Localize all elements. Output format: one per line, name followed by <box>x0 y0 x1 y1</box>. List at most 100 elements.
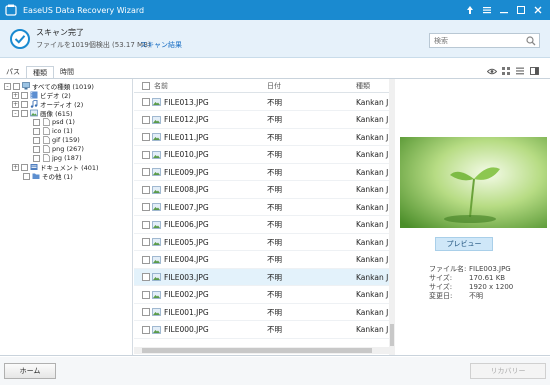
tree-label: その他 (1) <box>42 173 73 181</box>
preview-pane-icon[interactable] <box>527 64 541 78</box>
tab-time[interactable]: 時間 <box>54 66 80 78</box>
tree-item-other[interactable]: その他 (1) <box>23 171 73 181</box>
tree-expander[interactable]: + <box>12 91 19 99</box>
table-row[interactable]: FILE013.JPG 不明 Kankan J <box>134 94 389 111</box>
tree-checkbox[interactable] <box>21 163 28 171</box>
tree-checkbox[interactable] <box>21 100 28 108</box>
preview-button[interactable]: プレビュー <box>435 237 493 251</box>
column-type[interactable]: 種類 <box>356 81 370 91</box>
search-input[interactable] <box>430 34 520 47</box>
select-all-checkbox[interactable] <box>142 81 150 90</box>
row-checkbox[interactable] <box>142 290 150 299</box>
row-checkbox[interactable] <box>142 150 150 159</box>
row-checkbox[interactable] <box>142 308 150 316</box>
menu-icon[interactable] <box>479 2 495 18</box>
tab-path[interactable]: パス <box>0 66 26 78</box>
file-type: Kankan J <box>356 237 389 247</box>
footer-bar: ホーム リカバリー <box>0 357 550 385</box>
table-row[interactable]: FILE001.JPG 不明 Kankan J <box>134 304 389 321</box>
grid-view-icon[interactable] <box>499 64 513 78</box>
table-row[interactable]: FILE009.JPG 不明 Kankan J <box>134 164 389 181</box>
file-date: 不明 <box>267 220 282 229</box>
row-checkbox[interactable] <box>142 98 150 106</box>
table-row[interactable]: FILE012.JPG 不明 Kankan J <box>134 112 389 129</box>
tree-label: psd (1) <box>52 118 75 126</box>
tree-checkbox[interactable] <box>33 145 40 153</box>
image-icon <box>30 109 38 117</box>
file-name: FILE012.JPG <box>164 115 209 124</box>
row-checkbox[interactable] <box>142 133 150 141</box>
search-icon[interactable] <box>526 36 536 46</box>
file-date: 不明 <box>267 272 282 282</box>
file-date: 不明 <box>267 255 282 264</box>
table-row[interactable]: FILE011.JPG 不明 Kankan J <box>134 129 389 146</box>
list-view-icon[interactable] <box>513 64 527 78</box>
column-name[interactable]: 名前 <box>154 81 272 91</box>
file-name: FILE001.JPG <box>164 307 209 317</box>
scrollbar-thumb[interactable] <box>390 324 394 346</box>
jpg-file-icon <box>152 273 161 281</box>
tree-checkbox[interactable] <box>21 109 28 117</box>
minimize-icon[interactable] <box>496 2 512 18</box>
tree-checkbox[interactable] <box>33 154 40 162</box>
eye-icon[interactable] <box>485 64 499 78</box>
row-checkbox[interactable] <box>142 185 150 194</box>
preview-thumbnail <box>400 137 547 228</box>
file-type: Kankan J <box>356 167 389 177</box>
table-row[interactable]: FILE010.JPG 不明 Kankan J <box>134 147 389 164</box>
file-date: 不明 <box>267 167 282 177</box>
row-checkbox[interactable] <box>142 220 150 229</box>
scrollbar-thumb[interactable] <box>142 348 372 353</box>
row-checkbox[interactable] <box>142 325 150 334</box>
tree-checkbox[interactable] <box>33 136 40 144</box>
maximize-icon[interactable] <box>513 2 529 18</box>
file-date: 不明 <box>267 237 282 247</box>
recover-button[interactable]: リカバリー <box>470 363 546 379</box>
vertical-scrollbar[interactable] <box>389 79 395 355</box>
tree-expander[interactable]: + <box>12 100 19 108</box>
tree-checkbox[interactable] <box>33 118 40 126</box>
close-icon[interactable] <box>530 2 546 18</box>
home-button[interactable]: ホーム <box>4 363 56 379</box>
jpg-file-icon <box>152 150 161 159</box>
tree-expander[interactable]: - <box>4 82 11 90</box>
table-row[interactable]: FILE008.JPG 不明 Kankan J <box>134 182 389 199</box>
scan-summary: ファイルを1019個検出 (53.17 MB) <box>36 41 151 49</box>
search-box[interactable] <box>429 33 540 48</box>
upload-icon[interactable] <box>462 2 478 18</box>
file-type: Kankan J <box>356 132 389 142</box>
table-row[interactable]: FILE005.JPG 不明 Kankan J <box>134 234 389 251</box>
tab-type[interactable]: 種類 <box>26 66 54 78</box>
file-name: FILE009.JPG <box>164 167 209 177</box>
jpg-file-icon <box>152 98 161 106</box>
tree-label: png (267) <box>52 145 84 153</box>
row-checkbox[interactable] <box>142 273 150 281</box>
row-checkbox[interactable] <box>142 255 150 264</box>
horizontal-scrollbar[interactable] <box>134 347 389 354</box>
file-info-modified: 変更日: 不明 <box>429 292 483 300</box>
table-row[interactable]: FILE006.JPG 不明 Kankan J <box>134 217 389 234</box>
tree-checkbox[interactable] <box>13 82 20 90</box>
scan-results-link[interactable]: スキャン結果 <box>140 40 182 50</box>
file-name: FILE003.JPG <box>164 272 209 282</box>
table-row[interactable]: FILE007.JPG 不明 Kankan J <box>134 199 389 216</box>
tree-checkbox[interactable] <box>33 127 40 135</box>
row-checkbox[interactable] <box>142 203 150 211</box>
tree-checkbox[interactable] <box>21 91 28 99</box>
check-circle-icon <box>10 29 30 49</box>
tree-expander[interactable]: - <box>12 109 19 117</box>
table-row[interactable]: FILE002.JPG 不明 Kankan J <box>134 287 389 304</box>
jpg-file-icon <box>152 308 161 316</box>
file-list-header: 名前 日付 種類 <box>134 79 389 93</box>
table-row[interactable]: FILE004.JPG 不明 Kankan J <box>134 252 389 269</box>
tree-expander[interactable]: + <box>12 163 19 171</box>
table-row[interactable]: FILE003.JPG 不明 Kankan J <box>134 269 389 286</box>
row-checkbox[interactable] <box>142 115 150 124</box>
row-checkbox[interactable] <box>142 238 150 246</box>
file-type: Kankan J <box>356 272 389 282</box>
row-checkbox[interactable] <box>142 168 150 176</box>
file-icon <box>42 154 50 162</box>
table-row[interactable]: FILE000.JPG 不明 Kankan J <box>134 322 389 339</box>
tree-checkbox[interactable] <box>23 172 30 180</box>
column-date[interactable]: 日付 <box>267 81 281 91</box>
